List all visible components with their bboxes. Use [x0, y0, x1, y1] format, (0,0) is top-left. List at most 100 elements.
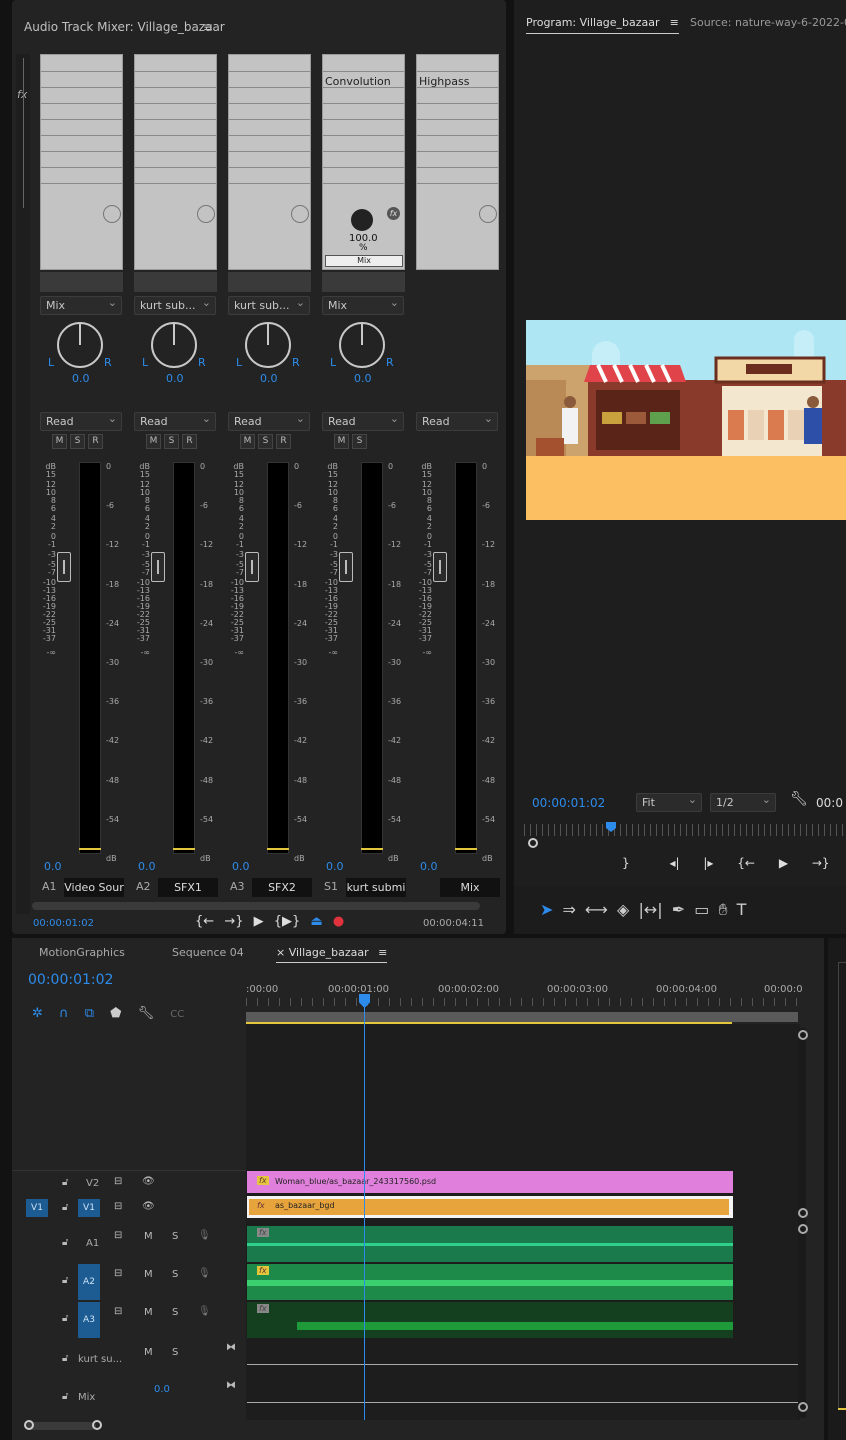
- scroll-handle-audio[interactable]: [798, 1224, 808, 1234]
- hscroll-handle-right[interactable]: [92, 1420, 102, 1430]
- effects-rack[interactable]: [134, 54, 217, 270]
- mute-button[interactable]: M: [144, 1347, 153, 1358]
- lock-icon[interactable]: 🔓︎: [62, 1275, 68, 1286]
- track-area[interactable]: [246, 1024, 800, 1420]
- zoom-handle[interactable]: [528, 838, 538, 848]
- wrench-icon[interactable]: 🔧︎: [790, 791, 808, 807]
- automation-mode-select[interactable]: Read: [416, 412, 498, 431]
- track-target-v1[interactable]: V1: [78, 1199, 100, 1217]
- program-menu-icon[interactable]: ≡: [670, 16, 679, 29]
- playhead-line[interactable]: [364, 994, 365, 1420]
- solo-button[interactable]: S: [164, 434, 179, 449]
- volume-fader[interactable]: [339, 552, 353, 582]
- play-icon[interactable]: ▶: [254, 914, 264, 929]
- tab-sequence-04[interactable]: Sequence 04: [172, 946, 244, 959]
- linked-selection-icon[interactable]: ⧉: [85, 1006, 94, 1021]
- volume-value[interactable]: 0.0: [138, 860, 156, 873]
- volume-fader[interactable]: [245, 552, 259, 582]
- go-to-in-icon[interactable]: {←: [737, 856, 755, 870]
- automation-mode-select[interactable]: Read: [228, 412, 310, 431]
- scroll-handle-bottom[interactable]: [798, 1402, 808, 1412]
- channel-name-field[interactable]: A2 SFX1: [134, 878, 220, 897]
- pan-value[interactable]: 0.0: [166, 372, 184, 385]
- effect-slot-1[interactable]: Convolution: [325, 75, 391, 88]
- send-slot[interactable]: [40, 272, 123, 292]
- tab-motiongraphics[interactable]: MotionGraphics: [39, 946, 125, 959]
- ripple-edit-tool-icon[interactable]: ⟷: [585, 900, 608, 919]
- effects-rack[interactable]: [40, 54, 123, 270]
- mute-button[interactable]: M: [144, 1307, 153, 1318]
- mute-button[interactable]: M: [240, 434, 255, 449]
- sync-lock-icon[interactable]: ⊟: [114, 1176, 122, 1187]
- tab-program[interactable]: Program: Village_bazaar ≡: [526, 16, 679, 34]
- zoom-select[interactable]: Fit: [636, 793, 702, 812]
- solo-button[interactable]: S: [70, 434, 85, 449]
- lock-icon[interactable]: 🔓︎: [62, 1353, 68, 1364]
- volume-fader[interactable]: [433, 552, 447, 582]
- lock-icon[interactable]: 🔓︎: [62, 1237, 68, 1248]
- effect-knob-icon[interactable]: [197, 205, 215, 223]
- program-timecode[interactable]: 00:00:01:02: [532, 796, 605, 810]
- fx-bypass-icon[interactable]: fx: [387, 207, 400, 220]
- mic-icon[interactable]: 🎙︎: [198, 1306, 211, 1317]
- channel-name-field[interactable]: A1 Video Sour: [40, 878, 126, 897]
- resolution-select[interactable]: 1/2: [710, 793, 776, 812]
- slip-tool-icon[interactable]: |↔|: [638, 900, 662, 919]
- effect-param-select[interactable]: Mix: [325, 255, 403, 267]
- lock-icon[interactable]: 🔓︎: [62, 1313, 68, 1324]
- record-button[interactable]: R: [182, 434, 197, 449]
- send-slot[interactable]: [134, 272, 217, 292]
- volume-value[interactable]: 0.0: [232, 860, 250, 873]
- audio-clip-a1[interactable]: fx: [247, 1226, 733, 1262]
- source-patch-v1[interactable]: V1: [26, 1199, 48, 1217]
- scroll-handle-top[interactable]: [798, 1030, 808, 1040]
- send-select[interactable]: kurt sub...: [228, 296, 310, 315]
- pan-knob[interactable]: [245, 322, 291, 368]
- scroll-handle-mid[interactable]: [798, 1208, 808, 1218]
- pan-knob[interactable]: [339, 322, 385, 368]
- sync-lock-icon[interactable]: ⊟: [114, 1230, 122, 1241]
- channel-name-field[interactable]: A3 SFX2: [228, 878, 314, 897]
- mute-button[interactable]: M: [146, 434, 161, 449]
- timeline-menu-icon[interactable]: ≡: [378, 946, 387, 959]
- play-icon[interactable]: ▶: [779, 856, 788, 870]
- record-button[interactable]: R: [88, 434, 103, 449]
- solo-button[interactable]: S: [172, 1231, 178, 1242]
- pan-knob[interactable]: [57, 322, 103, 368]
- timeline-timecode[interactable]: 00:00:01:02: [28, 972, 113, 988]
- mute-button[interactable]: M: [144, 1269, 153, 1280]
- send-select[interactable]: Mix: [322, 296, 404, 315]
- tab-source[interactable]: Source: nature-way-6-2022-03-: [690, 16, 846, 29]
- volume-fader[interactable]: [151, 552, 165, 582]
- automation-mode-select[interactable]: Read: [134, 412, 216, 431]
- marker-icon[interactable]: ⬟: [110, 1006, 121, 1021]
- type-tool-icon[interactable]: T: [737, 900, 747, 919]
- mute-button[interactable]: M: [52, 434, 67, 449]
- effects-rack[interactable]: Highpass: [416, 54, 499, 270]
- play-in-out-icon[interactable]: {▶}: [274, 914, 301, 929]
- record-icon[interactable]: ●: [333, 914, 344, 929]
- timeline-hscroll[interactable]: [26, 1422, 96, 1430]
- effect-knob-icon[interactable]: [103, 205, 121, 223]
- loop-icon[interactable]: ⏏: [310, 914, 322, 929]
- close-icon[interactable]: ×: [276, 946, 285, 959]
- solo-button[interactable]: S: [258, 434, 273, 449]
- go-to-out-icon[interactable]: →}: [224, 914, 243, 929]
- channel-name-field[interactable]: Mix: [416, 878, 502, 897]
- send-slot[interactable]: [228, 272, 311, 292]
- mic-icon[interactable]: 🎙︎: [198, 1268, 211, 1279]
- pan-value[interactable]: 0.0: [72, 372, 90, 385]
- solo-button[interactable]: S: [172, 1269, 178, 1280]
- volume-value[interactable]: 0.0: [420, 860, 438, 873]
- lock-icon[interactable]: 🔓︎: [62, 1391, 68, 1402]
- submix-volume-line[interactable]: [247, 1364, 799, 1365]
- clip-v2[interactable]: fx Woman_blue/as_bazaar_243317560.psd: [247, 1171, 733, 1193]
- clip-v1[interactable]: fx as_bazaar_bgd: [247, 1196, 733, 1218]
- mix-volume-line[interactable]: [247, 1402, 799, 1403]
- effects-rack[interactable]: Convolution 100.0% Mix fx: [322, 54, 405, 270]
- snap-icon[interactable]: ∩: [59, 1006, 69, 1021]
- selection-tool-icon[interactable]: ➤: [540, 900, 553, 919]
- sync-lock-icon[interactable]: ⊟: [114, 1268, 122, 1279]
- mix-level[interactable]: 0.0: [154, 1384, 170, 1395]
- eye-icon[interactable]: 👁︎: [142, 1176, 155, 1187]
